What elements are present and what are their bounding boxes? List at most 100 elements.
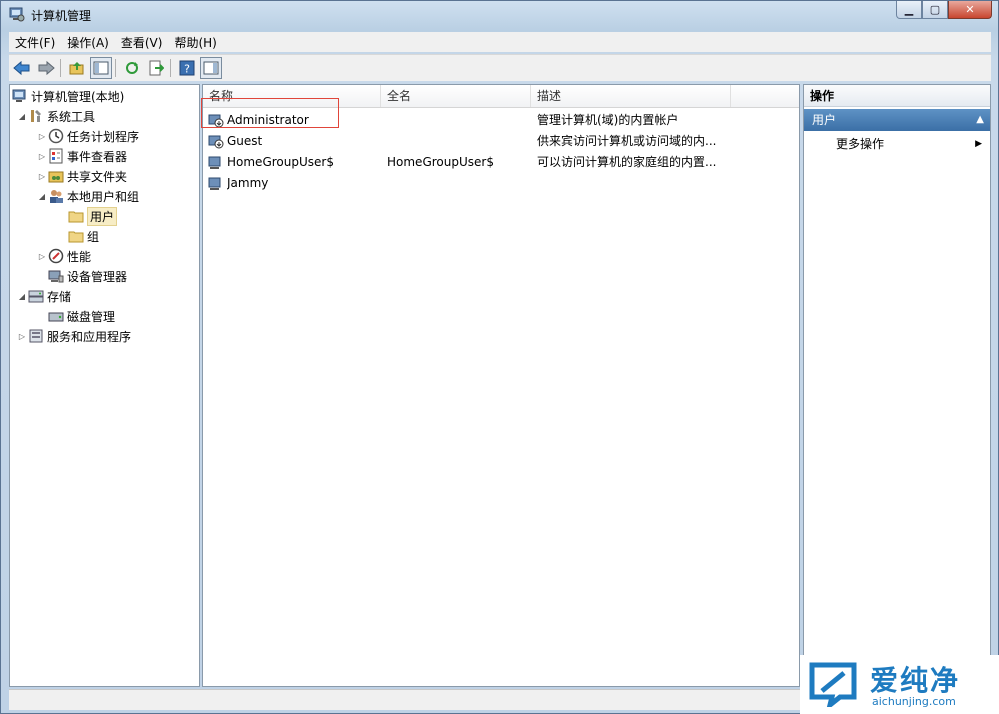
minimize-button[interactable]: ▁ [896, 1, 922, 19]
column-header-fullname[interactable]: 全名 [381, 85, 531, 107]
help-button[interactable]: ? [176, 57, 198, 79]
user-icon [208, 156, 221, 169]
toolbar-separator [115, 59, 116, 77]
collapsed-arrow-icon[interactable]: ▷ [36, 152, 48, 161]
tree-item-label: 存储 [47, 289, 72, 304]
expanded-arrow-icon[interactable]: ◢ [36, 192, 48, 201]
tree-item-local-users-groups[interactable]: ◢ 本地用户和组 [36, 186, 139, 206]
console-tree: 计算机管理(本地) ◢ 系统工具 ▷ 任务计划程序 ▷ 事件查看器 ▷ 共享文件… [9, 84, 200, 687]
user-fullname: HomeGroupUser$ [387, 155, 494, 169]
more-actions-item[interactable]: 更多操作 ▶ [836, 134, 990, 154]
watermark-url: aichunjing.com [872, 695, 956, 708]
user-description: 可以访问计算机的家庭组的内置... [537, 155, 717, 169]
tree-item-users[interactable]: 用户 [68, 206, 118, 226]
maximize-button[interactable]: ▢ [922, 1, 948, 19]
column-header-description[interactable]: 描述 [531, 85, 731, 107]
close-icon: ✕ [965, 3, 975, 16]
table-row[interactable]: HomeGroupUser$ HomeGroupUser$ 可以访问计算机的家庭… [203, 152, 799, 173]
clock-icon [48, 128, 64, 144]
storage-icon [28, 290, 44, 303]
user-icon [208, 177, 221, 190]
export-list-icon [149, 60, 164, 76]
show-hide-action-pane-button[interactable] [200, 57, 222, 79]
refresh-icon [126, 62, 138, 74]
actions-pane: 操作 用户 ▲ 更多操作 ▶ [803, 84, 991, 687]
annotation-highlight-box [201, 98, 339, 128]
tree-item-label: 用户 [87, 206, 118, 226]
window-controls: ▁ ▢ ✕ [896, 1, 992, 19]
more-actions-label: 更多操作 [836, 137, 885, 151]
collapse-up-icon[interactable]: ▲ [976, 109, 984, 131]
user-icon [208, 135, 224, 149]
tree-item-label: 服务和应用程序 [47, 329, 132, 344]
title-bar[interactable]: 计算机管理 ▁ ▢ ✕ [1, 1, 998, 29]
export-list-button[interactable] [145, 57, 167, 79]
tree-item-device-manager[interactable]: 设备管理器 [48, 266, 127, 286]
window-title: 计算机管理 [31, 9, 92, 23]
menu-help[interactable]: 帮助(H) [168, 34, 222, 51]
tree-item-task-scheduler[interactable]: ▷ 任务计划程序 [36, 126, 139, 146]
folder-up-icon [69, 62, 84, 75]
tree-item-computer-management[interactable]: 计算机管理(本地) [12, 86, 124, 106]
user-name: HomeGroupUser$ [227, 155, 334, 169]
help-icon: ? [179, 60, 195, 76]
collapsed-arrow-icon[interactable]: ▷ [36, 132, 48, 141]
toolbar-separator [60, 59, 61, 77]
tree-item-label: 性能 [67, 249, 92, 264]
user-description: 供来宾访问计算机或访问域的内... [537, 134, 717, 148]
performance-icon [48, 248, 64, 264]
tree-item-label: 共享文件夹 [67, 169, 128, 184]
tree-item-label: 设备管理器 [67, 269, 128, 284]
menu-bar: 文件(F) 操作(A) 查看(V) 帮助(H) [9, 32, 991, 52]
tree-item-system-tools[interactable]: ◢ 系统工具 [16, 106, 95, 126]
minimize-icon: ▁ [904, 3, 914, 16]
device-manager-icon [48, 270, 64, 283]
system-tools-icon [31, 110, 41, 122]
tree-item-disk-management[interactable]: 磁盘管理 [48, 306, 115, 326]
svg-text:?: ? [184, 63, 190, 76]
action-pane-icon [203, 61, 219, 75]
table-row[interactable]: Jammy [203, 173, 799, 194]
tree-item-event-viewer[interactable]: ▷ 事件查看器 [36, 146, 127, 166]
maximize-icon: ▢ [929, 3, 941, 16]
computer-management-icon [9, 7, 25, 22]
actions-title: 操作 [804, 85, 990, 107]
tree-item-label: 磁盘管理 [67, 309, 116, 324]
actions-section-users[interactable]: 用户 ▲ [804, 109, 990, 131]
forward-button[interactable] [35, 57, 57, 79]
submenu-arrow-icon: ▶ [975, 139, 982, 149]
back-button[interactable] [11, 57, 33, 79]
menu-action[interactable]: 操作(A) [61, 34, 115, 51]
users-list-view: 名称 全名 描述 Administrator 管理计算机(域)的内置帐户 Gue… [202, 84, 800, 687]
computer-management-icon [12, 89, 26, 102]
menu-file[interactable]: 文件(F) [9, 34, 61, 51]
users-group-icon [50, 190, 63, 203]
close-button[interactable]: ✕ [948, 1, 992, 19]
tree-item-storage[interactable]: ◢ 存储 [16, 286, 71, 306]
menu-view[interactable]: 查看(V) [115, 34, 169, 51]
refresh-button[interactable] [121, 57, 143, 79]
folder-icon [68, 211, 84, 223]
tree-item-shared-folders[interactable]: ▷ 共享文件夹 [36, 166, 127, 186]
collapsed-arrow-icon[interactable]: ▷ [36, 252, 48, 261]
tree-item-label: 事件查看器 [67, 149, 128, 164]
tree-item-groups[interactable]: 组 [68, 226, 99, 246]
brand-logo [809, 662, 857, 707]
watermark: 爱纯净 aichunjing.com [800, 655, 999, 714]
services-applications-icon [29, 329, 43, 343]
tree-item-label: 系统工具 [47, 109, 96, 124]
back-arrow-icon [13, 60, 30, 76]
expanded-arrow-icon[interactable]: ◢ [16, 112, 28, 121]
collapsed-arrow-icon[interactable]: ▷ [36, 172, 48, 181]
expanded-arrow-icon[interactable]: ◢ [16, 292, 28, 301]
collapsed-arrow-icon[interactable]: ▷ [16, 332, 28, 341]
actions-section-label: 用户 [812, 113, 837, 127]
folder-icon [68, 231, 84, 243]
tree-item-services-applications[interactable]: ▷ 服务和应用程序 [16, 326, 131, 346]
tree-item-performance[interactable]: ▷ 性能 [36, 246, 91, 266]
tree-item-label: 本地用户和组 [67, 189, 140, 204]
up-one-level-button[interactable] [66, 57, 88, 79]
table-row[interactable]: Guest 供来宾访问计算机或访问域的内... [203, 131, 799, 152]
show-hide-console-tree-button[interactable] [90, 57, 112, 79]
tree-item-label: 计算机管理(本地) [31, 89, 125, 104]
